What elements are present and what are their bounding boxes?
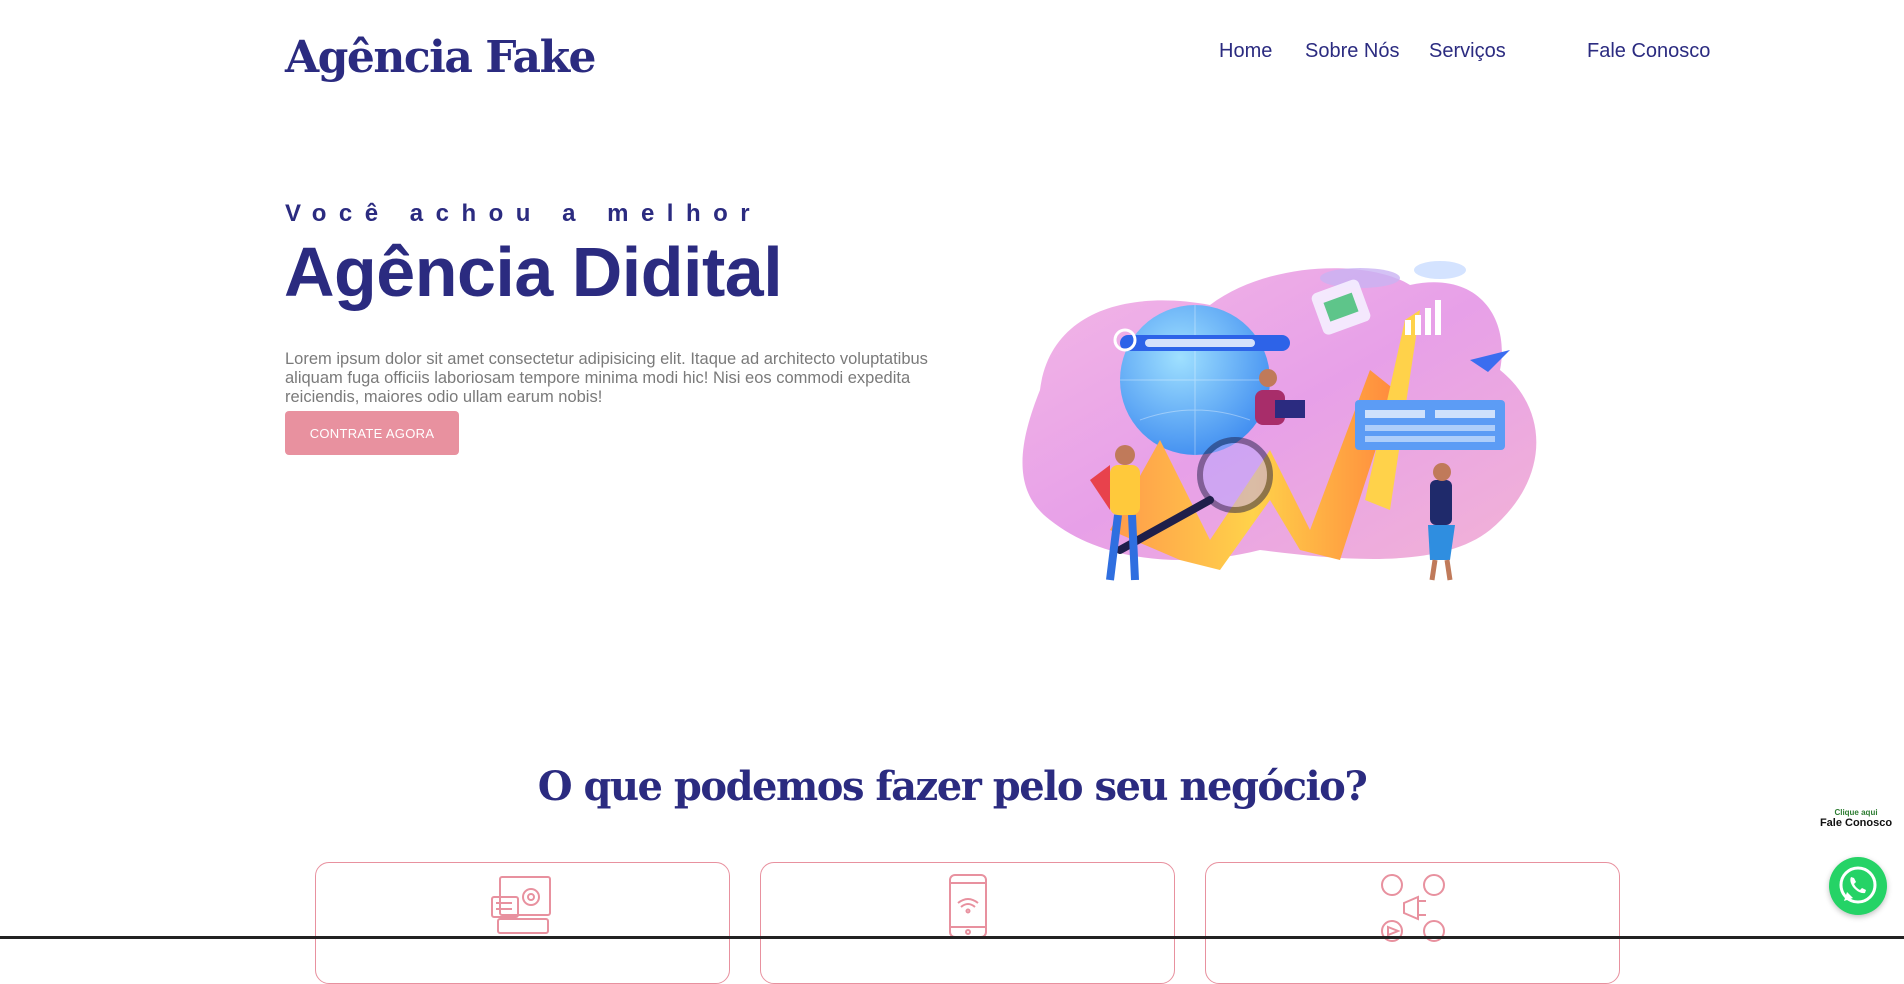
service-card-web[interactable] [315,862,730,984]
site-logo[interactable]: Agência Fake [285,32,597,83]
nav-sobre-nos[interactable]: Sobre Nós [1305,40,1400,63]
hero-illustration [1022,261,1537,581]
whatsapp-label-main: Fale Conosco [1819,817,1893,829]
services-title: O que podemos fazer pelo seu negócio? [537,763,1368,811]
whatsapp-icon [1839,866,1877,904]
hero-eyebrow: Você achou a melhor [285,200,763,227]
mobile-wifi-icon [949,874,987,938]
contract-now-button[interactable]: CONTRATE AGORA [285,411,459,455]
nav-servicos[interactable]: Serviços [1429,40,1506,63]
hero-headline: Agência Didital [284,233,783,311]
nav-fale-conosco[interactable]: Fale Conosco [1587,40,1710,63]
whatsapp-label[interactable]: Clique aqui Fale Conosco [1816,808,1896,829]
service-card-social[interactable] [1205,862,1620,984]
social-media-icon [1381,874,1445,942]
whatsapp-button[interactable] [1829,857,1887,915]
nav-home[interactable]: Home [1219,40,1272,63]
hero-lead: Lorem ipsum dolor sit amet consectetur a… [285,349,928,406]
web-settings-icon [491,876,551,934]
service-card-mobile[interactable] [760,862,1175,984]
